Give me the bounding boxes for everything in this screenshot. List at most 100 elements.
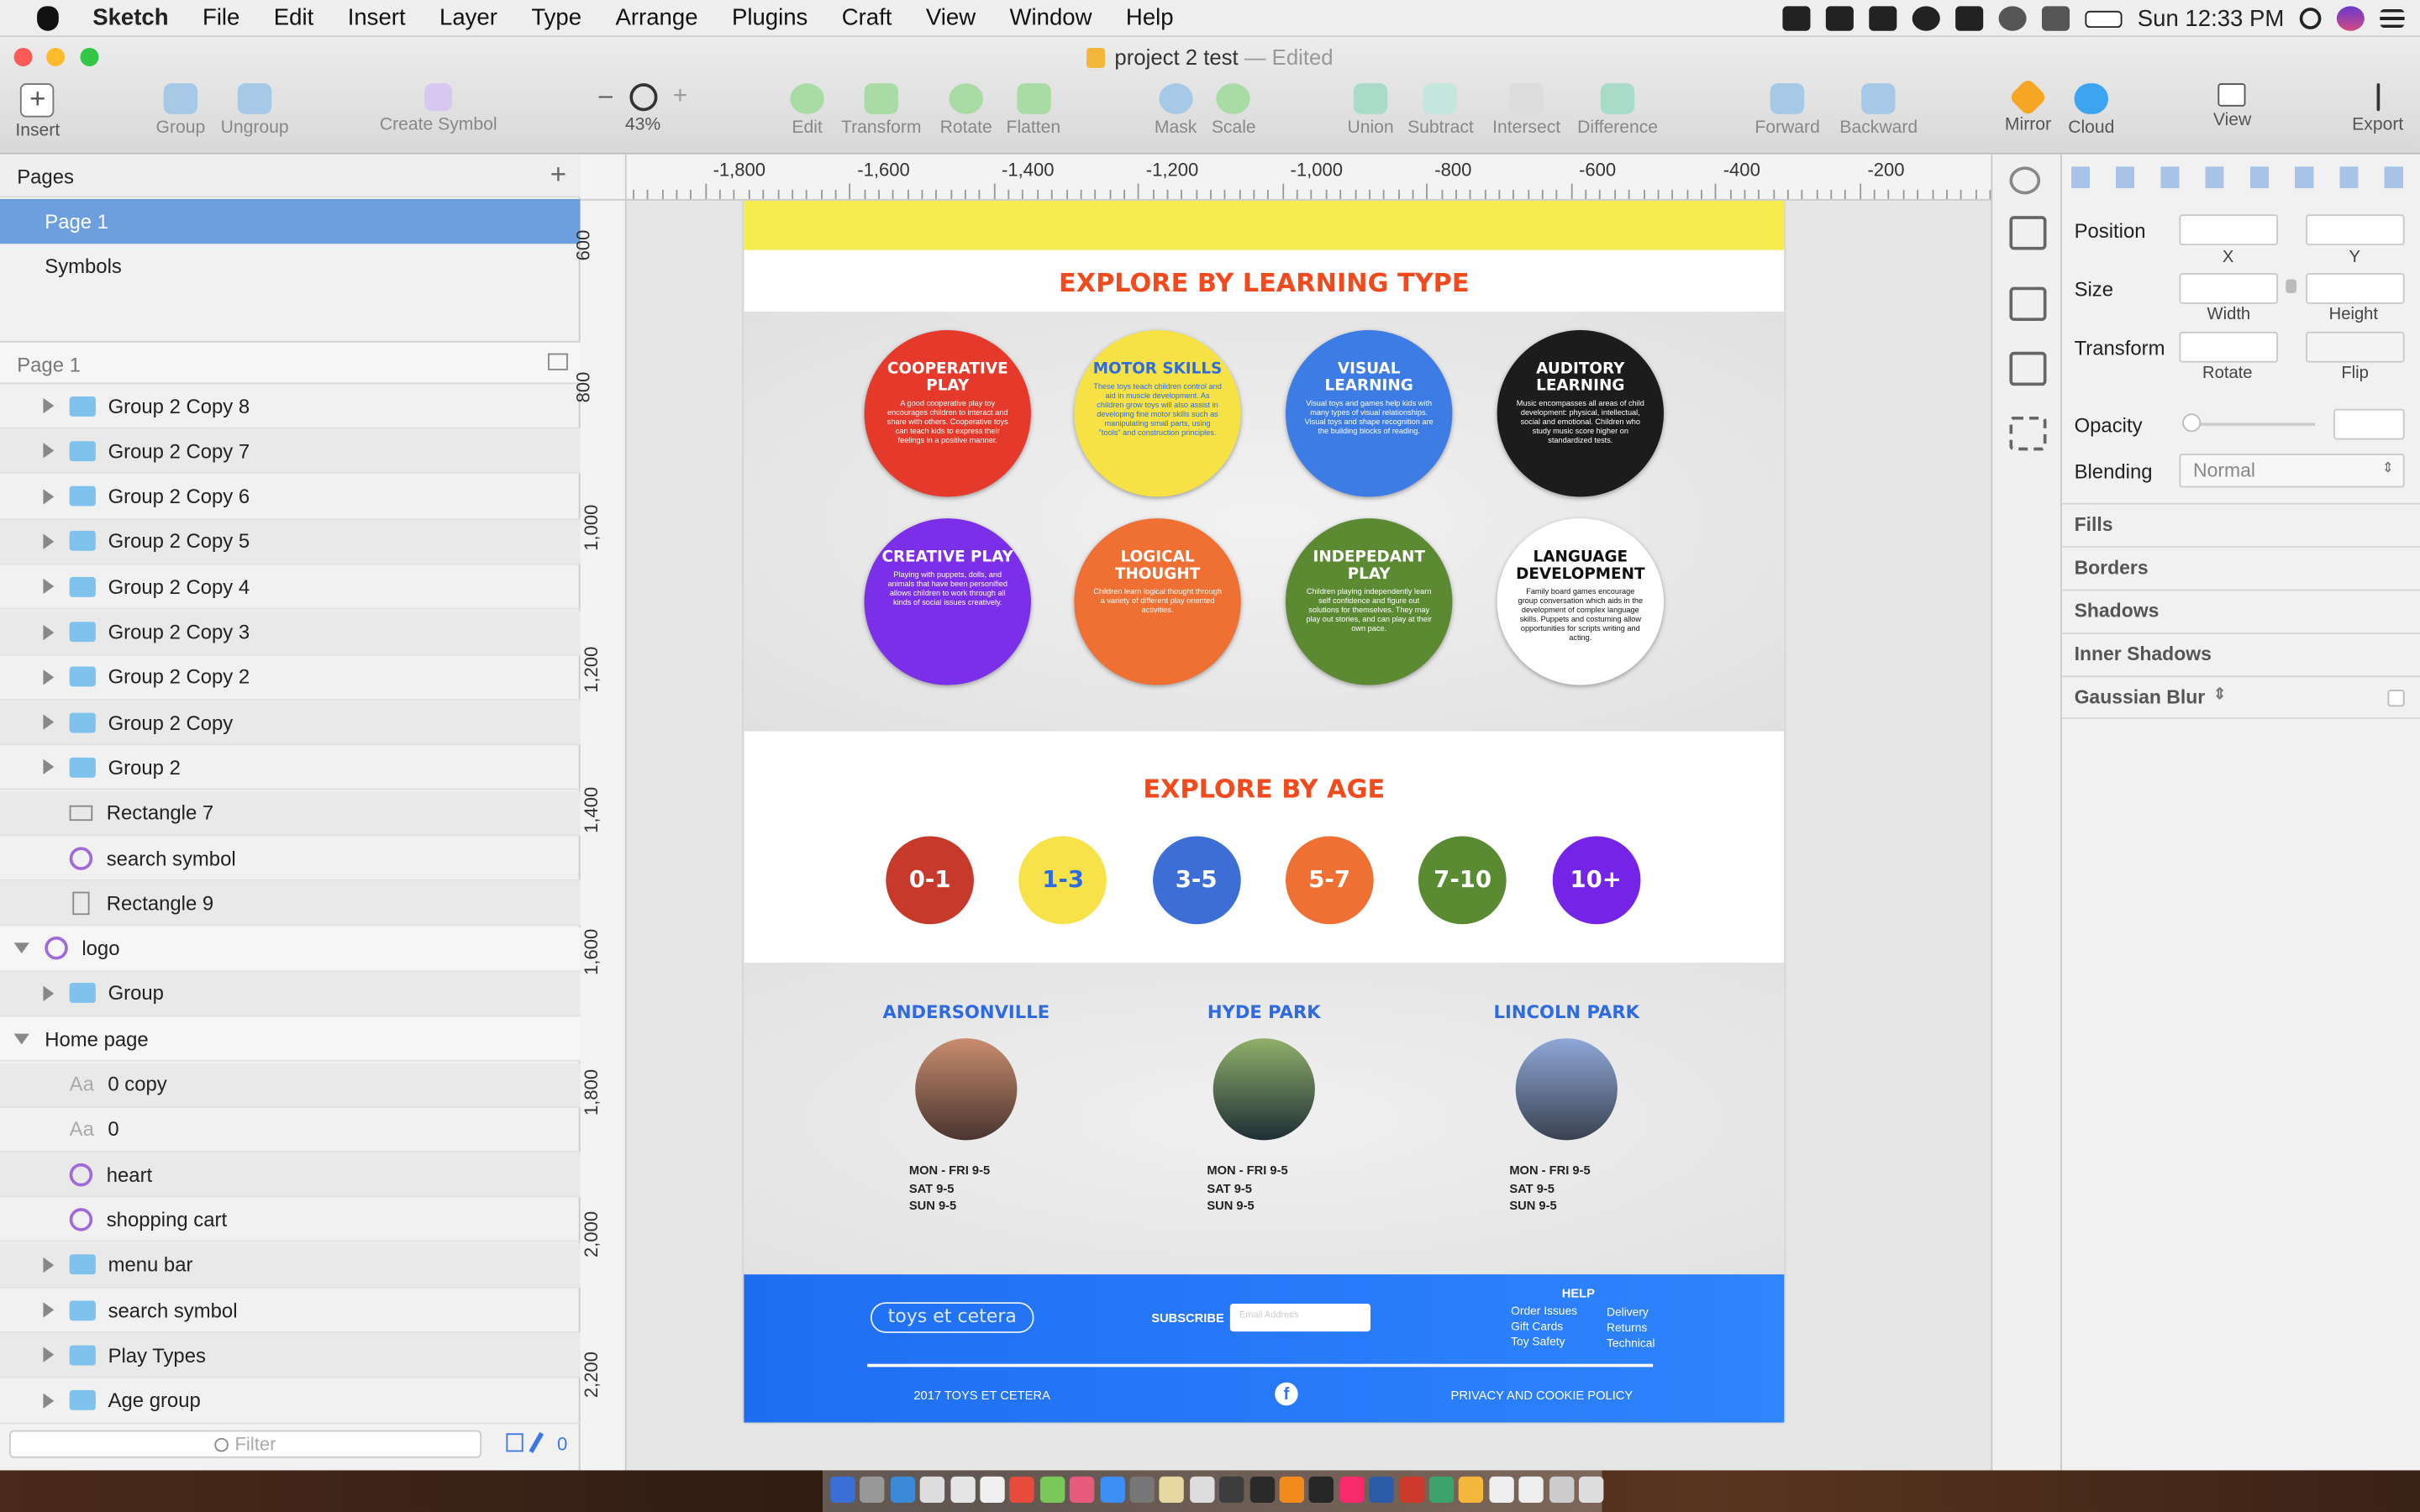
dock-app-icon[interactable]: [1099, 1476, 1125, 1503]
layer-row[interactable]: search symbol: [0, 1289, 581, 1333]
layer-row[interactable]: Group 2 Copy 3: [0, 610, 581, 655]
inner-shadows-section[interactable]: Inner Shadows: [2061, 633, 2420, 675]
layer-row[interactable]: logo: [0, 927, 581, 972]
intersect-button[interactable]: Intersect: [1492, 83, 1560, 137]
layer-row[interactable]: Age group: [0, 1378, 581, 1424]
layer-row[interactable]: shopping cart: [0, 1198, 581, 1243]
subtract-button[interactable]: Subtract: [1407, 83, 1474, 137]
layer-row[interactable]: Group 2 Copy 4: [0, 565, 581, 610]
width-input[interactable]: [2179, 273, 2279, 304]
clock[interactable]: Sun 12:33 PM: [2138, 5, 2285, 31]
dock-app-icon[interactable]: [1249, 1476, 1275, 1503]
layer-row[interactable]: Aa 0 copy: [0, 1062, 581, 1107]
app-tray-icon-2[interactable]: [1955, 6, 1984, 31]
filter-input[interactable]: Filter: [9, 1430, 482, 1458]
dock-app-icon[interactable]: [1339, 1476, 1365, 1503]
add-page-button[interactable]: +: [550, 159, 566, 192]
alignment-icons[interactable]: [2070, 166, 2411, 189]
blur-checkbox[interactable]: [2387, 690, 2405, 707]
symbols-filter-icon[interactable]: [506, 1433, 523, 1452]
dock-app-icon[interactable]: [890, 1476, 915, 1503]
facebook-icon[interactable]: f: [1275, 1382, 1298, 1406]
rotate-input[interactable]: [2179, 331, 2279, 363]
height-input[interactable]: [2306, 273, 2405, 304]
backward-button[interactable]: Backward: [1839, 83, 1918, 137]
disclosure-triangle-icon[interactable]: [43, 488, 55, 504]
footer-link[interactable]: Technical: [1607, 1336, 1655, 1352]
dock-app-icon[interactable]: [1549, 1476, 1574, 1503]
age-button[interactable]: 10+: [1551, 836, 1640, 925]
disclosure-triangle-icon[interactable]: [43, 1347, 55, 1363]
zoom-in-button[interactable]: +: [673, 83, 687, 111]
disclosure-triangle-icon[interactable]: [43, 397, 55, 414]
learning-type-circle[interactable]: LOGICAL THOUGHT Children learn logical th…: [1074, 518, 1241, 685]
layer-row[interactable]: Play Types: [0, 1333, 581, 1378]
ungroup-button[interactable]: Ungroup: [221, 83, 289, 137]
privacy-policy-link[interactable]: PRIVACY AND COOKIE POLICY: [1451, 1389, 1634, 1403]
dock-app-icon[interactable]: [1070, 1476, 1095, 1503]
disclosure-triangle-icon[interactable]: [43, 623, 55, 640]
borders-section[interactable]: Borders: [2061, 546, 2420, 589]
dock-app-icon[interactable]: [1578, 1476, 1604, 1503]
dock-app-icon[interactable]: [1219, 1476, 1244, 1503]
layer-row[interactable]: search symbol: [0, 837, 581, 881]
disclosure-triangle-icon[interactable]: [43, 1392, 55, 1409]
list-icon[interactable]: [2009, 351, 2047, 386]
export-button[interactable]: Export: [2352, 83, 2403, 134]
disclosure-triangle-icon[interactable]: [43, 669, 55, 685]
learning-type-circle[interactable]: COOPERATIVE PLAY A good cooperative play …: [864, 330, 1031, 497]
fills-section[interactable]: Fills: [2061, 502, 2420, 546]
age-button[interactable]: 5-7: [1285, 836, 1374, 925]
spotlight-search-icon[interactable]: [2299, 8, 2322, 29]
share-icon[interactable]: [2009, 216, 2047, 250]
components-icon[interactable]: [2009, 416, 2047, 451]
app-tray-icon[interactable]: [1782, 6, 1811, 31]
menu-window[interactable]: Window: [1010, 5, 1092, 31]
apple-icon[interactable]: [37, 5, 59, 30]
disclosure-triangle-icon[interactable]: [43, 985, 55, 1001]
disclosure-triangle-icon[interactable]: [43, 533, 55, 549]
page-item-symbols[interactable]: Symbols: [0, 244, 581, 288]
dock-app-icon[interactable]: [860, 1476, 886, 1503]
age-button[interactable]: 3-5: [1152, 836, 1240, 925]
learning-type-circle[interactable]: VISUAL LEARNING Visual toys and games hel…: [1285, 330, 1453, 497]
page-item-page-1[interactable]: Page 1: [0, 198, 581, 244]
scale-button[interactable]: Scale: [1212, 83, 1256, 137]
layer-row[interactable]: Group 2 Copy 7: [0, 429, 581, 475]
disclosure-triangle-icon[interactable]: [43, 714, 55, 730]
menu-file[interactable]: File: [203, 5, 239, 31]
blending-select[interactable]: Normal ⇕: [2179, 453, 2405, 488]
battery-icon[interactable]: [2085, 9, 2123, 28]
inspector-tab-icon[interactable]: [2009, 166, 2041, 195]
location-card[interactable]: ANDERSONVILLE MON - FRI 9-5 SAT 9-5 SUN 9-5: [812, 1001, 1120, 1215]
edited-status[interactable]: — Edited: [1244, 45, 1334, 69]
disclosure-triangle-icon[interactable]: [43, 443, 55, 459]
dock-app-icon[interactable]: [1369, 1476, 1394, 1503]
dock-app-icon[interactable]: [980, 1476, 1005, 1503]
dock-app-icon[interactable]: [920, 1476, 945, 1503]
menu-craft[interactable]: Craft: [842, 5, 892, 31]
dock-app-icon[interactable]: [1428, 1476, 1455, 1503]
insert-button[interactable]: + Insert: [15, 83, 60, 140]
menu-edit[interactable]: Edit: [274, 5, 313, 31]
wifi-icon[interactable]: [1998, 6, 2027, 31]
layer-row[interactable]: Group 2 Copy 5: [0, 519, 581, 565]
layer-row[interactable]: Aa 0: [0, 1107, 581, 1152]
creative-cloud-icon[interactable]: [1912, 6, 1940, 31]
learning-type-circle[interactable]: INDEPEDANT PLAY Children playing independ…: [1285, 518, 1453, 685]
dock-app-icon[interactable]: [1489, 1476, 1514, 1503]
dropbox-icon[interactable]: [1825, 6, 1854, 31]
mask-button[interactable]: Mask: [1155, 83, 1197, 137]
age-button[interactable]: 1-3: [1018, 836, 1107, 925]
menu-help[interactable]: Help: [1126, 5, 1174, 31]
chevron-updown-icon[interactable]: ⇕: [2213, 686, 2226, 703]
cloud-button[interactable]: Cloud: [2068, 83, 2114, 137]
menu-arrange[interactable]: Arrange: [616, 5, 698, 31]
create-symbol-button[interactable]: Create Symbol: [380, 83, 497, 134]
age-button[interactable]: 7-10: [1418, 836, 1507, 925]
menu-type[interactable]: Type: [531, 5, 581, 31]
menu-layer[interactable]: Layer: [439, 5, 497, 31]
menu-insert[interactable]: Insert: [348, 5, 406, 31]
disclosure-triangle-down-icon[interactable]: [13, 1033, 29, 1044]
menu-app-name[interactable]: Sketch: [92, 5, 168, 31]
